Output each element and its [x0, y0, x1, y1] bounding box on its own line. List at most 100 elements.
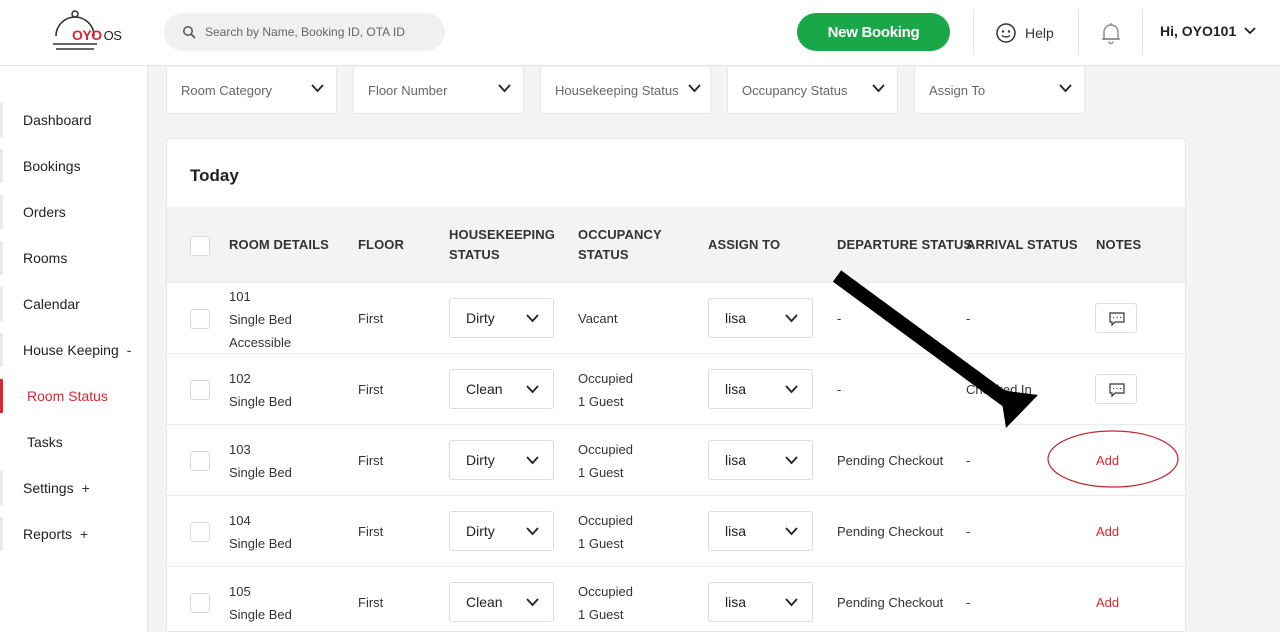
assign-value: lisa	[725, 594, 747, 610]
oyo-logo[interactable]: OYO OS	[50, 10, 140, 56]
search-icon	[183, 26, 196, 39]
room-floor: First	[358, 311, 384, 326]
chevron-down-icon	[688, 84, 701, 93]
assign-value: lisa	[725, 381, 747, 397]
arrival-status: Checked In	[966, 382, 1032, 397]
departure-status: Pending Checkout	[837, 453, 944, 468]
chevron-down-icon	[1059, 84, 1072, 93]
sidebar-item-label: Rooms	[23, 250, 68, 266]
housekeeping-value: Dirty	[466, 310, 495, 326]
add-note-link[interactable]: Add	[1096, 524, 1119, 539]
header-divider	[1078, 10, 1079, 54]
collapse-symbol: -	[126, 342, 132, 358]
chevron-down-icon	[1244, 27, 1256, 35]
row-checkbox[interactable]	[190, 309, 210, 329]
filter-housekeeping-status[interactable]: Housekeeping Status	[540, 67, 711, 114]
row-checkbox[interactable]	[190, 380, 210, 400]
row-checkbox[interactable]	[190, 522, 210, 542]
table-row: 105 Single Bed First Clean Occupied 1 Gues…	[167, 566, 1185, 631]
arrival-status: -	[966, 524, 971, 539]
search-placeholder: Search by Name, Booking ID, OTA ID	[205, 25, 405, 39]
room-floor: First	[358, 382, 384, 397]
housekeeping-value: Clean	[466, 381, 503, 397]
assign-value: lisa	[725, 310, 747, 326]
filter-label: Assign To	[929, 83, 986, 98]
housekeeping-select[interactable]: Dirty	[449, 511, 554, 551]
filter-label: Floor Number	[368, 83, 448, 98]
add-note-link[interactable]: Add	[1096, 595, 1119, 610]
housekeeping-select[interactable]: Clean	[449, 582, 554, 622]
logo-suffix: OS	[103, 28, 122, 43]
sidebar: Dashboard Bookings Orders Rooms Calendar…	[0, 66, 148, 632]
row-checkbox[interactable]	[190, 451, 210, 471]
occupancy-status: Occupied 1 Guest	[578, 442, 633, 480]
housekeeping-select[interactable]: Dirty	[449, 440, 554, 480]
card-title: Today	[190, 166, 239, 185]
add-note-link[interactable]: Add	[1096, 453, 1119, 468]
arrival-status: -	[966, 595, 971, 610]
room-floor: First	[358, 595, 384, 610]
room-details: 104 Single Bed	[229, 513, 292, 551]
room-details: 105 Single Bed	[229, 584, 292, 622]
top-header: OYO OS Search by Name, Booking ID, OTA ID…	[0, 0, 1280, 66]
user-menu[interactable]: Hi, OYO101	[1160, 23, 1256, 39]
assign-to-select[interactable]: lisa	[708, 511, 813, 551]
assign-to-select[interactable]: lisa	[708, 369, 813, 409]
occupancy-status: Occupied 1 Guest	[578, 584, 633, 622]
sidebar-item-tasks[interactable]: Tasks	[0, 425, 148, 459]
comment-icon	[1109, 383, 1125, 397]
sidebar-item-settings[interactable]: Settings +	[0, 471, 148, 505]
room-status-card: Today ROOM DETAILS FLOOR HOUSEKEEPING STA…	[166, 138, 1186, 632]
col-floor: FLOOR	[358, 237, 404, 252]
help-button[interactable]: Help	[995, 20, 1054, 46]
filter-room-category[interactable]: Room Category	[166, 67, 337, 114]
new-booking-button[interactable]: New Booking	[797, 13, 950, 51]
help-label: Help	[1025, 25, 1054, 41]
sidebar-item-label: Reports	[23, 526, 73, 542]
sidebar-item-room-status[interactable]: Room Status	[0, 379, 148, 413]
assign-to-select[interactable]: lisa	[708, 298, 813, 338]
chevron-down-icon	[526, 598, 539, 607]
chevron-down-icon	[498, 84, 511, 93]
sidebar-item-orders[interactable]: Orders	[0, 195, 148, 229]
arrival-status: -	[966, 311, 971, 326]
chevron-down-icon	[872, 84, 885, 93]
housekeeping-select[interactable]: Dirty	[449, 298, 554, 338]
table-header: ROOM DETAILS FLOOR HOUSEKEEPING STATUS OC…	[167, 207, 1185, 282]
occupancy-status: Occupied 1 Guest	[578, 513, 633, 551]
search-input[interactable]: Search by Name, Booking ID, OTA ID	[164, 13, 445, 51]
room-details: 103 Single Bed	[229, 442, 292, 480]
bell-icon[interactable]	[1100, 21, 1122, 45]
assign-value: lisa	[725, 523, 747, 539]
sidebar-item-house-keeping[interactable]: House Keeping -	[0, 333, 148, 367]
housekeeping-select[interactable]: Clean	[449, 369, 554, 409]
notes-button[interactable]	[1095, 374, 1137, 404]
assign-to-select[interactable]: lisa	[708, 582, 813, 622]
select-all-checkbox[interactable]	[190, 236, 210, 256]
chevron-down-icon	[785, 314, 798, 323]
chevron-down-icon	[311, 84, 324, 93]
comment-icon	[1109, 312, 1125, 326]
filter-occupancy-status[interactable]: Occupancy Status	[727, 67, 898, 114]
sidebar-item-calendar[interactable]: Calendar	[0, 287, 148, 321]
filter-assign-to[interactable]: Assign To	[914, 67, 1085, 114]
sidebar-item-label: Dashboard	[23, 112, 92, 128]
assign-to-select[interactable]: lisa	[708, 440, 813, 480]
notes-button[interactable]	[1095, 303, 1137, 333]
sidebar-item-rooms[interactable]: Rooms	[0, 241, 148, 275]
user-label: Hi, OYO101	[1160, 23, 1237, 39]
table-row: 104 Single Bed First Dirty Occupied 1 Gues…	[167, 495, 1185, 566]
sidebar-item-dashboard[interactable]: Dashboard	[0, 103, 148, 137]
table-row: 101 Single Bed Accessible First Dirty Vaca…	[167, 282, 1185, 353]
sidebar-item-label: Bookings	[23, 158, 81, 174]
sidebar-item-reports[interactable]: Reports +	[0, 517, 148, 551]
filter-label: Occupancy Status	[742, 83, 848, 98]
row-checkbox[interactable]	[190, 593, 210, 613]
filter-floor-number[interactable]: Floor Number	[353, 67, 524, 114]
housekeeping-value: Dirty	[466, 523, 495, 539]
departure-status: -	[837, 382, 842, 397]
table-row: 102 Single Bed First Clean Occupied 1 Gues…	[167, 353, 1185, 424]
room-floor: First	[358, 453, 384, 468]
expand-symbol: +	[81, 480, 90, 496]
sidebar-item-bookings[interactable]: Bookings	[0, 149, 148, 183]
